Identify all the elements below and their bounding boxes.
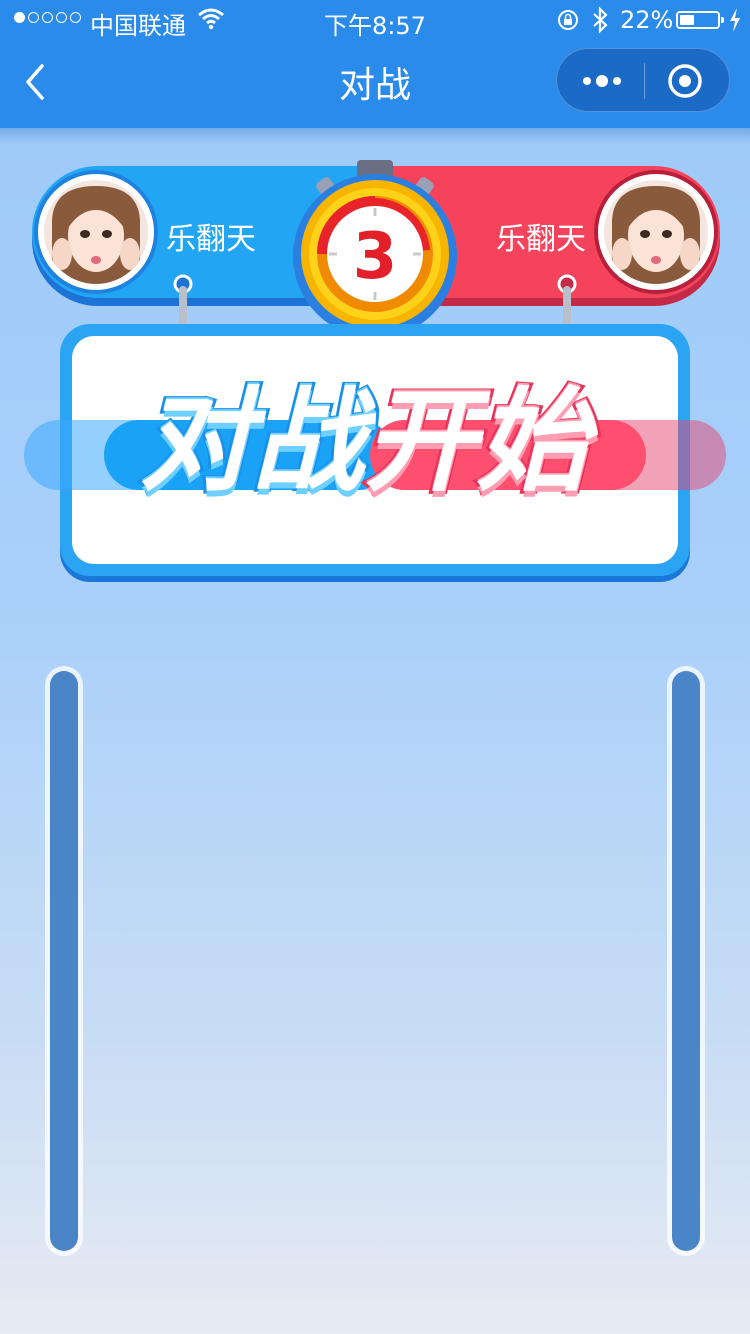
battle-start-title: 对战开始 (137, 372, 610, 512)
countdown-number: 3 (353, 220, 398, 294)
countdown-timer: 3 (290, 158, 460, 338)
top-bar-shadow (0, 128, 750, 144)
battery-icon (676, 11, 724, 29)
close-target-icon[interactable] (667, 63, 703, 99)
score-track-right-fill (672, 671, 700, 1251)
score-track-left (45, 666, 83, 1256)
player-left-avatar[interactable] (38, 174, 154, 290)
player-left-name: 乐翻天 (166, 222, 256, 257)
bluetooth-icon (593, 6, 608, 34)
avatar-photo-icon (604, 180, 708, 284)
capsule-divider (644, 63, 645, 99)
mini-program-capsule (556, 48, 730, 112)
player-right-avatar[interactable] (598, 174, 714, 290)
player-right-name: 乐翻天 (496, 222, 586, 257)
score-track-right (667, 666, 705, 1256)
battle-title-right: 开始 (361, 374, 591, 510)
avatar-photo-icon (44, 180, 148, 284)
charging-bolt-icon (730, 8, 740, 32)
battle-title-left: 对战 (137, 374, 367, 510)
status-bar: 中国联通 下午8:57 22% (0, 0, 750, 40)
top-bar: 中国联通 下午8:57 22% 对战 (0, 0, 750, 128)
stopwatch-icon: 3 (293, 160, 457, 338)
more-dots-icon[interactable] (581, 71, 625, 91)
battery-percent: 22% (620, 6, 674, 34)
rotation-lock-icon (558, 10, 578, 30)
score-track-left-fill (50, 671, 78, 1251)
